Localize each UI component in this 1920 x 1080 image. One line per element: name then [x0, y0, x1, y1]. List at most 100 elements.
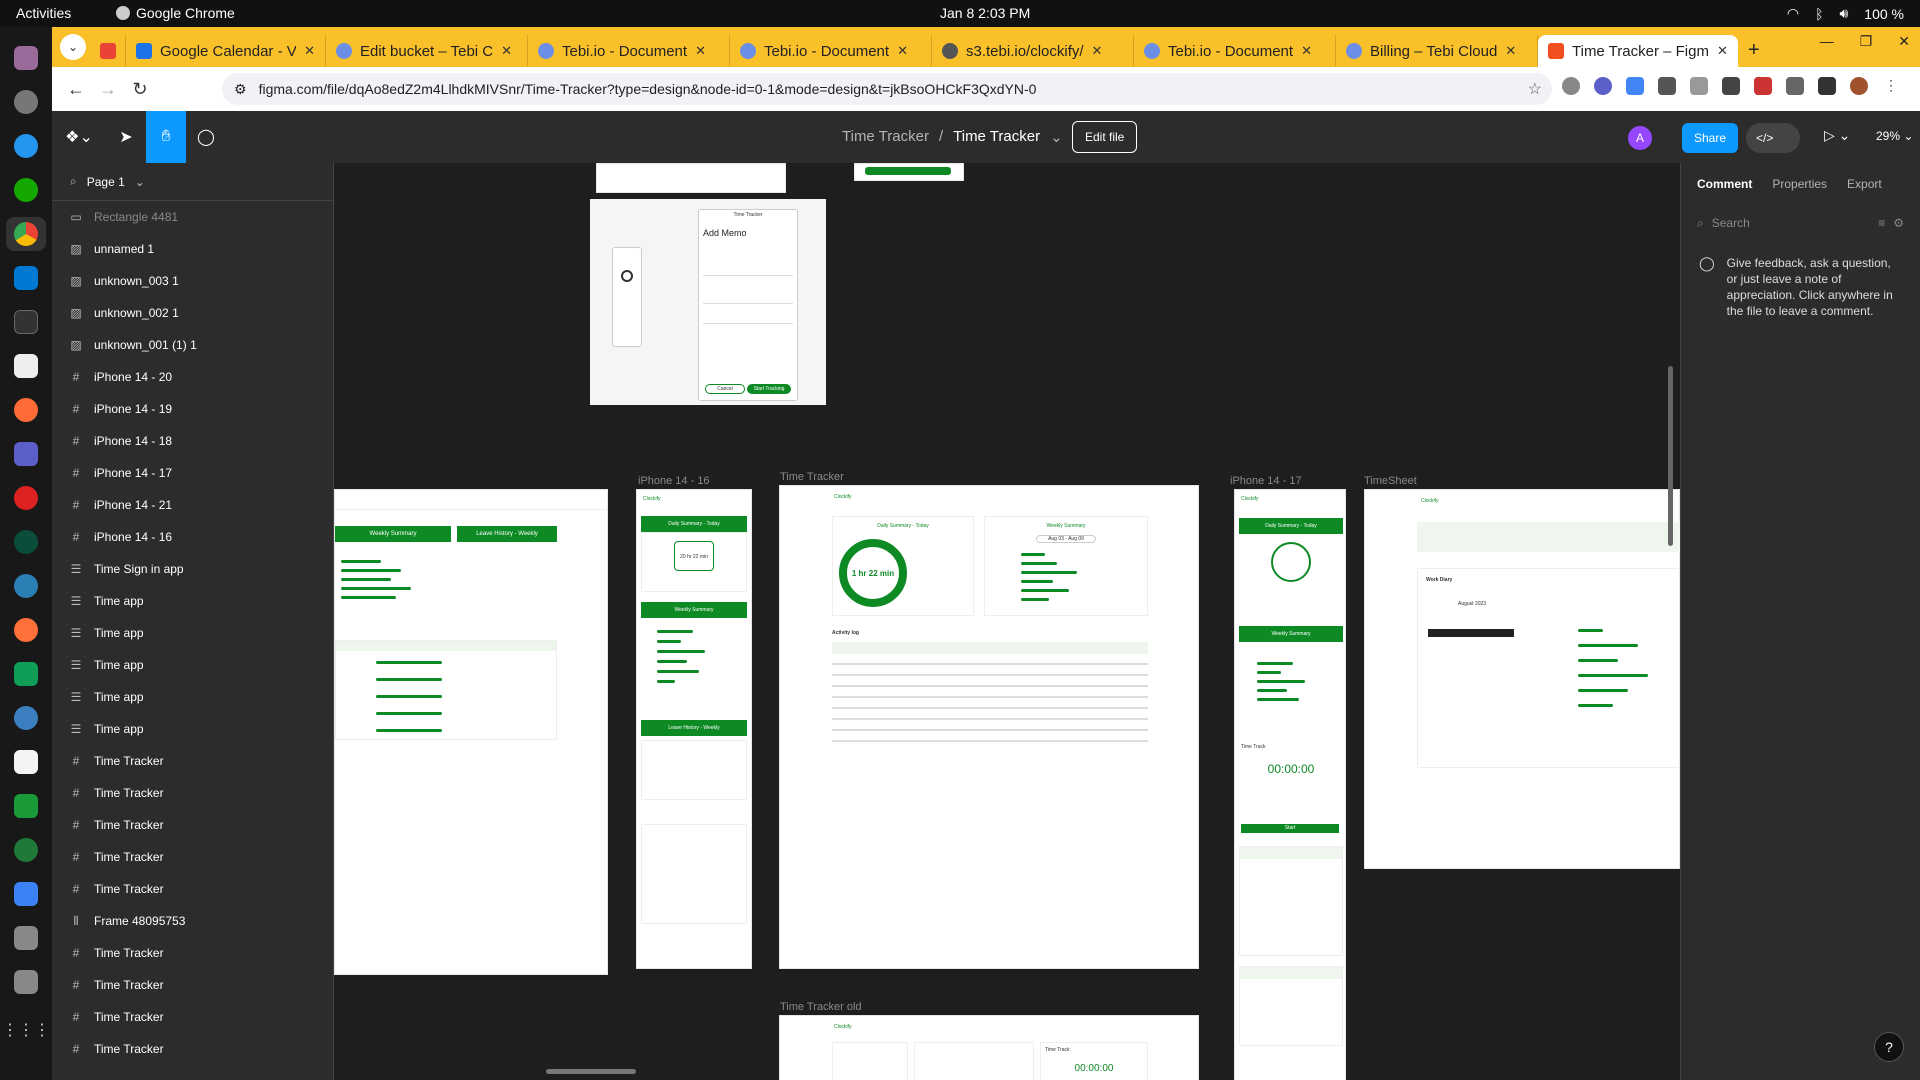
tab-tebi-docs-1[interactable]: Tebi.io - Document ✕ — [528, 35, 730, 67]
disk-app-icon[interactable] — [12, 921, 40, 955]
screenshot-icon[interactable] — [1690, 77, 1708, 95]
zoom-level[interactable]: 29% ⌄ — [1876, 129, 1913, 143]
firefox-app-icon[interactable] — [12, 613, 40, 647]
url-input[interactable]: ⚙ figma.com/file/dqAo8edZ2m4LlhdkMIVSnr/… — [222, 73, 1552, 105]
new-tab-button[interactable]: + — [1748, 39, 1760, 62]
layer-item[interactable]: ☰ Time app — [52, 649, 333, 681]
tab-gmail[interactable] — [92, 35, 126, 67]
layer-item[interactable]: ☰ Time app — [52, 585, 333, 617]
app-menu[interactable]: Google Chrome — [116, 5, 235, 21]
chrome-app-icon[interactable] — [6, 217, 46, 251]
tab-search-dropdown-icon[interactable]: ⌄ — [60, 34, 86, 60]
layer-item[interactable]: ☰ Time app — [52, 617, 333, 649]
frame-top-stub-2[interactable] — [854, 163, 964, 181]
breadcrumb-project[interactable]: Time Tracker — [842, 128, 929, 146]
tab-edit-bucket[interactable]: Edit bucket – Tebi C ✕ — [326, 35, 528, 67]
share-button[interactable]: Share — [1682, 123, 1739, 153]
forward-icon[interactable]: → — [92, 79, 124, 100]
close-tab-icon[interactable]: ✕ — [1717, 43, 1728, 59]
move-tool-icon[interactable]: ➤ — [106, 111, 146, 163]
extensions-puzzle-icon[interactable] — [1786, 77, 1804, 95]
layer-item[interactable]: ▨ unknown_001 (1) 1 — [52, 329, 333, 361]
layer-item[interactable]: ☰ Time Sign in app — [52, 553, 333, 585]
extension-f-icon[interactable] — [1658, 77, 1676, 95]
close-window-icon[interactable]: ✕ — [1898, 33, 1910, 50]
layer-item[interactable]: ▨ unnamed 1 — [52, 233, 333, 265]
tab-properties[interactable]: Properties — [1772, 177, 1827, 191]
close-tab-icon[interactable]: ✕ — [501, 43, 512, 59]
dev-mode-toggle[interactable]: </> — [1746, 123, 1800, 153]
show-apps-icon[interactable]: ⋮⋮⋮ — [2, 1013, 50, 1047]
comment-tool-icon[interactable]: ◯ — [186, 111, 226, 163]
layer-item[interactable]: ▭ Rectangle 4481 — [52, 201, 333, 233]
maximize-icon[interactable]: ❐ — [1860, 33, 1873, 50]
vscode-app-icon[interactable] — [12, 261, 40, 295]
inkscape-app-icon[interactable] — [12, 349, 40, 383]
extension-red-icon[interactable] — [1754, 77, 1772, 95]
frame-timesheet[interactable]: Clockify Work Diary August 2023 — [1364, 489, 1680, 869]
tab-google-calendar[interactable]: Google Calendar - V ✕ — [126, 35, 326, 67]
formula-icon[interactable] — [1722, 77, 1740, 95]
frame-iphone-14-16[interactable]: Clockify Daily Summary - Today 20 hr 22 … — [636, 489, 752, 969]
breadcrumb-file[interactable]: Time Tracker — [953, 128, 1040, 146]
edit-file-button[interactable]: Edit file — [1072, 121, 1138, 153]
comment-search[interactable]: ⌕ Search ≡ ⚙ — [1697, 211, 1904, 235]
layer-item[interactable]: # Time Tracker — [52, 873, 333, 905]
layer-item[interactable]: ▨ unknown_002 1 — [52, 297, 333, 329]
chevron-down-icon[interactable]: ⌄ — [1050, 128, 1063, 146]
layer-item[interactable]: # Time Tracker — [52, 745, 333, 777]
site-info-icon[interactable]: ⚙ — [234, 81, 247, 98]
reload-icon[interactable]: ↻ — [124, 79, 156, 100]
docker-app-icon[interactable] — [12, 129, 40, 163]
terminal-app-icon[interactable] — [12, 305, 40, 339]
frame-iphone-14-17[interactable]: Clockify Daily Summary - Today Weekly Su… — [1234, 489, 1346, 1080]
text-editor-app-icon[interactable] — [12, 745, 40, 779]
close-tab-icon[interactable]: ✕ — [1301, 43, 1312, 59]
help-button[interactable]: ? — [1874, 1032, 1904, 1062]
layer-item[interactable]: # Time Tracker — [52, 969, 333, 1001]
layer-item[interactable]: ☰ Time app — [52, 681, 333, 713]
app-green-icon[interactable] — [12, 833, 40, 867]
layer-item[interactable]: # iPhone 14 - 18 — [52, 425, 333, 457]
layer-item[interactable]: ⦀ Frame 48095753 — [52, 905, 333, 937]
tab-tebi-docs-3[interactable]: Tebi.io - Document ✕ — [1134, 35, 1336, 67]
layer-item[interactable]: # iPhone 14 - 19 — [52, 393, 333, 425]
tab-comment[interactable]: Comment — [1697, 177, 1752, 191]
search-icon[interactable]: ⌕ — [70, 174, 77, 189]
layer-item[interactable]: # iPhone 14 - 16 — [52, 521, 333, 553]
minimize-icon[interactable]: — — [1820, 33, 1834, 50]
layer-item[interactable]: ☰ Time app — [52, 713, 333, 745]
frame-add-memo[interactable]: Time Tracker Add Memo Cancel Start Track… — [590, 199, 826, 405]
postman-app-icon[interactable] — [12, 393, 40, 427]
design-canvas[interactable]: Time Tracker Add Memo Cancel Start Track… — [334, 163, 1680, 1080]
hand-tool-icon[interactable]: ✋︎ — [146, 111, 186, 163]
layer-item[interactable]: # Time Tracker — [52, 937, 333, 969]
files-app-icon[interactable] — [12, 41, 40, 75]
mongodb-app-icon[interactable] — [12, 525, 40, 559]
layer-item[interactable]: # Time Tracker — [52, 777, 333, 809]
settings-sliders-icon[interactable]: ⚙ — [1893, 216, 1904, 230]
frame-time-tracker[interactable]: Clockify Daily Summary - Today 1 hr 22 m… — [779, 485, 1199, 969]
app-blue-icon[interactable] — [12, 569, 40, 603]
figma-main-menu-icon[interactable]: ❖⌄ — [52, 111, 106, 163]
chat-app-icon[interactable] — [12, 789, 40, 823]
bookmark-star-icon[interactable]: ☆ — [1528, 79, 1542, 99]
side-panel-icon[interactable] — [1818, 77, 1836, 95]
vertical-scrollbar[interactable] — [1668, 366, 1673, 546]
frame-time-tracker-old[interactable]: Clockify Time Track 00:00:00 — [779, 1015, 1199, 1080]
present-play-icon[interactable]: ▷ ⌄ — [1824, 127, 1850, 144]
close-tab-icon[interactable]: ✕ — [897, 43, 908, 59]
app-swirl-icon[interactable] — [12, 701, 40, 735]
close-tab-icon[interactable]: ✕ — [1092, 43, 1103, 59]
close-tab-icon[interactable]: ✕ — [695, 43, 706, 59]
adblock-icon[interactable] — [1562, 77, 1580, 95]
page-selector[interactable]: ⌕ Page 1 ⌄ — [52, 163, 333, 201]
back-icon[interactable]: ← — [60, 79, 92, 100]
avatar[interactable]: A — [1628, 126, 1652, 150]
tab-s3-clockify[interactable]: s3.tebi.io/clockify/✕ — [932, 35, 1134, 67]
tab-billing[interactable]: Billing – Tebi Cloud ✕ — [1336, 35, 1538, 67]
close-tab-icon[interactable]: ✕ — [304, 43, 315, 59]
profile-avatar-icon[interactable] — [1850, 77, 1868, 95]
layer-item[interactable]: # iPhone 14 - 20 — [52, 361, 333, 393]
chrome-menu-icon[interactable]: ⋮ — [1882, 77, 1900, 95]
